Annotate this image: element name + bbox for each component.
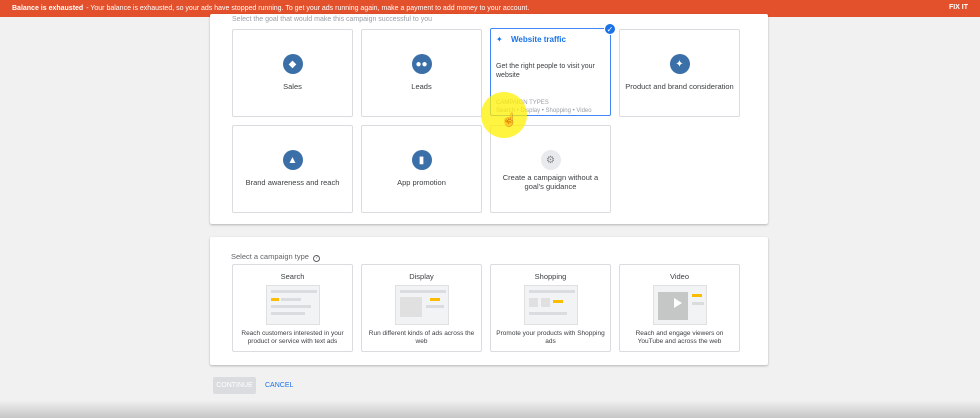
goal-card-app-promotion[interactable]: ▮ App promotion	[361, 125, 482, 213]
people-icon: ●●	[411, 54, 432, 74]
goal-card-no-guidance[interactable]: ⚙ Create a campaign without a goal's gui…	[490, 125, 611, 213]
continue-button[interactable]: CONTINUE	[213, 377, 256, 394]
campaign-type-name: Video	[669, 272, 690, 281]
goal-label: Create a campaign without a goal's guida…	[502, 173, 599, 191]
campaign-type-name: Search	[280, 272, 305, 281]
goal-label: App promotion	[397, 178, 446, 187]
hand-pointer-icon: ☝	[501, 112, 518, 127]
goal-card-leads[interactable]: ●● Leads	[361, 29, 482, 117]
play-icon	[674, 298, 682, 308]
campaign-type-search[interactable]: Search Reach customers interested in you…	[232, 264, 353, 352]
cancel-button[interactable]: CANCEL	[265, 382, 293, 389]
goal-label: Product and brand consideration	[625, 82, 734, 91]
campaign-type-description: Run different kinds of ads across the we…	[368, 330, 475, 346]
campaign-type-description: Reach and engage viewers on YouTube and …	[635, 330, 724, 346]
campaign-type-panel: Select a campaign type ? Search Reach cu…	[210, 237, 768, 365]
search-illustration	[266, 285, 320, 325]
goal-description: Get the right people to visit your websi…	[496, 63, 595, 79]
sparkle-icon: ✦	[669, 54, 690, 74]
campaign-type-title-text: Select a campaign type	[231, 252, 309, 261]
campaign-type-description: Reach customers interested in your produ…	[241, 330, 344, 346]
check-icon: ✓	[604, 23, 616, 35]
gear-icon: ⚙	[540, 150, 561, 170]
help-icon[interactable]: ?	[313, 255, 321, 262]
bottom-edge	[0, 400, 980, 418]
goal-label: Sales	[283, 82, 302, 91]
goal-hint: Select the goal that would make this cam…	[232, 16, 432, 23]
cursor-click-icon: ✦	[496, 35, 503, 44]
speaker-icon: ▲	[282, 150, 303, 170]
goal-card-sales[interactable]: ◆ Sales	[232, 29, 353, 117]
banner-title: Balance is exhausted	[12, 5, 84, 12]
goal-card-product-brand[interactable]: ✦ Product and brand consideration	[619, 29, 740, 117]
campaign-type-video[interactable]: Video Reach and engage viewers on YouTub…	[619, 264, 740, 352]
goal-label: Brand awareness and reach	[245, 178, 340, 187]
campaign-type-shopping[interactable]: Shopping Promote your products with Shop…	[490, 264, 611, 352]
goal-card-brand-awareness[interactable]: ▲ Brand awareness and reach	[232, 125, 353, 213]
banner-message: - Your balance is exhausted, so your ads…	[86, 5, 530, 12]
tag-icon: ◆	[282, 54, 303, 74]
campaign-type-name: Shopping	[534, 272, 567, 281]
goal-label: Website traffic	[511, 35, 566, 44]
video-illustration	[653, 285, 707, 325]
display-illustration	[395, 285, 449, 325]
campaign-type-description: Promote your products with Shopping ads	[496, 330, 605, 346]
goal-label: Leads	[411, 82, 432, 91]
fix-it-button[interactable]: FIX IT	[949, 4, 968, 11]
phone-icon: ▮	[411, 150, 432, 170]
campaign-type-title: Select a campaign type ?	[231, 252, 321, 262]
campaign-type-display[interactable]: Display Run different kinds of ads acros…	[361, 264, 482, 352]
shopping-illustration	[524, 285, 578, 325]
campaign-type-name: Display	[409, 272, 434, 281]
